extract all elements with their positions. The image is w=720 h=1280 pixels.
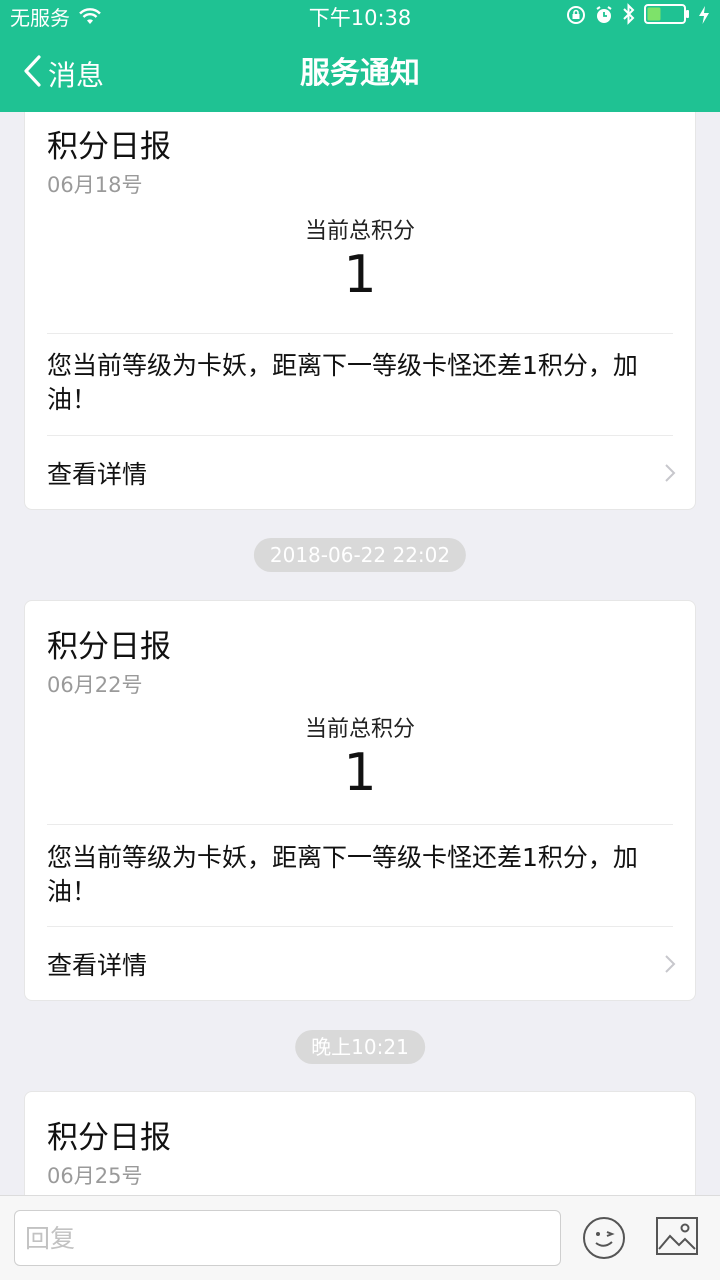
app-root: 无服务 下午10:38 消息 服务通知 积分日报 06月18号 当前总积分 1 … xyxy=(0,0,720,1280)
chevron-right-icon xyxy=(663,462,677,484)
timestamp-label: 晚上10:21 xyxy=(295,1030,425,1064)
notification-card: 积分日报 06月18号 当前总积分 1 您当前等级为卡妖，距离下一等级卡怪还差1… xyxy=(24,112,696,510)
view-details-label: 查看详情 xyxy=(47,951,148,980)
alarm-icon xyxy=(594,0,614,36)
card-title: 积分日报 xyxy=(47,629,171,665)
score-label: 当前总积分 xyxy=(304,219,415,244)
image-icon[interactable] xyxy=(655,1216,699,1260)
message-list[interactable]: 积分日报 06月18号 当前总积分 1 您当前等级为卡妖，距离下一等级卡怪还差1… xyxy=(0,112,720,1195)
charging-icon xyxy=(698,0,710,36)
card-title: 积分日报 xyxy=(47,129,171,165)
card-description: 您当前等级为卡妖，距离下一等级卡怪还差1积分，加油！ xyxy=(47,843,638,906)
header: 无服务 下午10:38 消息 服务通知 xyxy=(0,0,720,112)
card-date: 06月22号 xyxy=(47,673,143,697)
notification-card: 积分日报 06月22号 当前总积分 1 您当前等级为卡妖，距离下一等级卡怪还差1… xyxy=(24,600,696,1001)
divider xyxy=(47,824,673,825)
view-details-link[interactable]: 查看详情 xyxy=(25,927,695,1001)
page-title: 服务通知 xyxy=(300,56,420,91)
status-bar: 无服务 下午10:38 xyxy=(0,0,720,36)
status-right xyxy=(566,0,710,36)
battery-icon xyxy=(644,0,690,36)
view-details-link[interactable]: 查看详情 xyxy=(25,436,695,510)
score-value: 1 xyxy=(343,743,377,803)
emoji-icon[interactable] xyxy=(582,1216,626,1264)
view-details-label: 查看详情 xyxy=(47,460,148,489)
reply-input[interactable] xyxy=(14,1210,561,1266)
card-title: 积分日报 xyxy=(47,1120,171,1156)
card-description: 您当前等级为卡妖，距离下一等级卡怪还差1积分，加油！ xyxy=(47,351,638,414)
rotation-lock-icon xyxy=(566,0,586,36)
score-label: 当前总积分 xyxy=(304,717,415,742)
card-date: 06月18号 xyxy=(47,173,143,197)
card-date: 06月25号 xyxy=(47,1164,143,1188)
chevron-right-icon xyxy=(663,953,677,975)
bluetooth-icon xyxy=(622,0,636,36)
timestamp-label: 2018-06-22 22:02 xyxy=(253,538,467,572)
score-value: 1 xyxy=(343,245,377,305)
reply-bar xyxy=(0,1195,720,1280)
divider xyxy=(47,333,673,334)
navigation-bar: 消息 服务通知 xyxy=(0,36,720,112)
notification-card: 积分日报 06月25号 xyxy=(24,1091,696,1195)
